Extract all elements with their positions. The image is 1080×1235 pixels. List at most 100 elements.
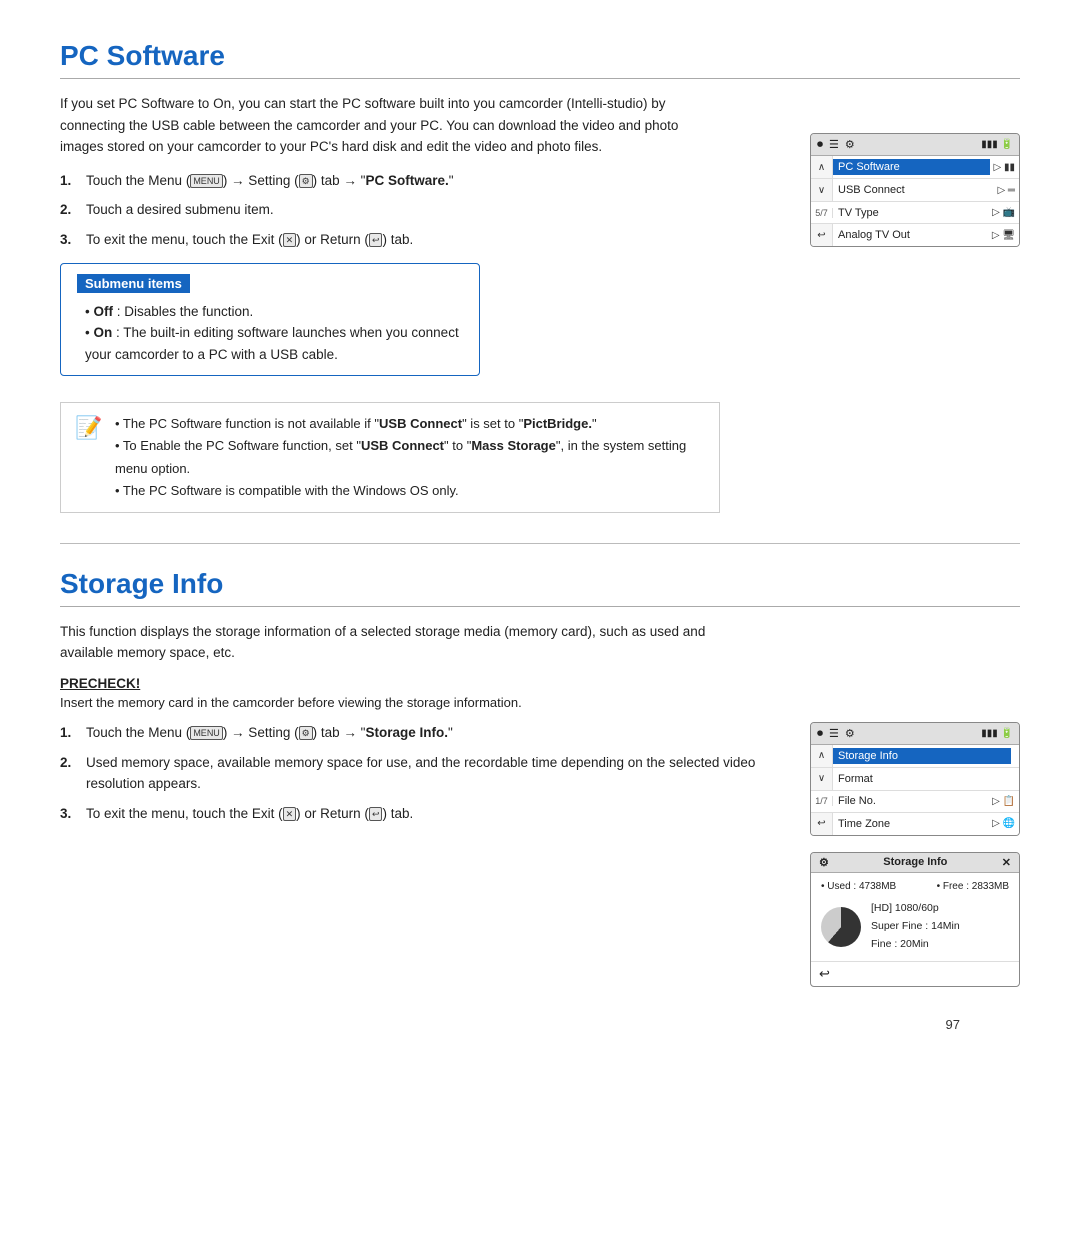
cam-label-usb-connect: USB Connect [833,182,993,198]
storage-popup-footer: ↩ [811,961,1019,986]
precheck-label: PRECHECK! [60,676,1020,691]
storage-cam-row-format: ∨ Format [811,768,1019,791]
note-item-1: • The PC Software function is not availa… [115,413,705,435]
cam-battery-icon: ▮▮▮ 🔋 [981,139,1013,150]
pc-software-step-3: 3. To exit the menu, touch the Exit (✕) … [60,229,780,251]
submenu-item-on: On : The built-in editing software launc… [85,322,463,365]
cam-record-icon: ⏺ [817,137,823,152]
storage-cam-nav-return: ↩ [811,813,833,835]
step-3-num: 3. [60,229,80,251]
cam-value-pc-software: ▷ ▮▮ [990,160,1019,175]
note-item-2: • To Enable the PC Software function, se… [115,435,705,479]
note-content: • The PC Software function is not availa… [115,413,705,501]
storage-cam-menu-icon: ☰ [829,727,839,740]
storage-details: [HD] 1080/60p Super Fine : 14Min Fine : … [871,900,960,954]
storage-cam-value-time-zone: ▷ 🌐 [988,816,1019,831]
storage-step-3-text: To exit the menu, touch the Exit (✕) or … [86,803,413,825]
storage-popup-back-icon: ↩ [819,966,830,981]
storage-free: • Free : 2833MB [937,881,1009,892]
storage-exit-icon: ✕ [283,807,297,821]
storage-popup-title: Storage Info [883,856,947,868]
storage-cam-value-file-no: ▷ 📋 [988,794,1019,809]
storage-detail-3: Fine : 20Min [871,936,960,954]
storage-cam-label-file-no: File No. [833,793,988,809]
storage-info-popup: ⚙ Storage Info ✕ • Used : 4738MB • Free … [810,852,1020,988]
storage-step-3: 3. To exit the menu, touch the Exit (✕) … [60,803,780,825]
storage-used: • Used : 4738MB [821,881,896,892]
storage-step-1-num: 1. [60,722,80,744]
storage-cam-topbar-icons: ⏺ ☰ ⚙ [817,726,855,741]
pc-software-steps-col: If you set PC Software to On, you can st… [60,93,780,388]
cam-row-pc-software: ∧ PC Software ▷ ▮▮ [811,156,1019,179]
storage-popup-body: • Used : 4738MB • Free : 2833MB [HD] 108… [811,873,1019,962]
note-item-3: • The PC Software is compatible with the… [115,480,705,502]
cam-gear-icon: ⚙ [845,138,855,151]
storage-popup-stats: • Used : 4738MB • Free : 2833MB [821,881,1009,892]
storage-cam-row-time-zone: ↩ Time Zone ▷ 🌐 [811,813,1019,835]
storage-cam-battery: ▮▮▮ 🔋 [981,728,1013,739]
storage-cam-gear-icon: ⚙ [845,727,855,740]
cam-label-analog-tv: Analog TV Out [833,227,988,243]
submenu-item-off: Off : Disables the function. [85,301,463,323]
step-1-num: 1. [60,170,80,192]
step-2-num: 2. [60,199,80,221]
storage-detail-2: Super Fine : 14Min [871,918,960,936]
storage-cam-nav-down: ∨ [811,768,833,790]
storage-cam-value-storage-info [1011,754,1019,758]
storage-cam-label-time-zone: Time Zone [833,816,988,832]
storage-popup-gear-icon: ⚙ [819,856,829,869]
storage-cam-record-icon: ⏺ [817,726,823,741]
storage-info-title: Storage Info [60,568,1020,607]
pc-software-desc: If you set PC Software to On, you can st… [60,93,710,158]
pc-software-notes-box: 📝 • The PC Software function is not avai… [60,402,720,512]
pc-software-cam-ui-wrapper: ⏺ ☰ ⚙ ▮▮▮ 🔋 ∧ PC Software ▷ ▮▮ [810,93,1020,247]
section-divider [60,543,1020,544]
cam-label-tv-type: TV Type [833,205,988,221]
cam-row-tv-type: 5/7 TV Type ▷ 📺 [811,202,1019,224]
pc-software-submenu-box: Submenu items Off : Disables the functio… [60,263,480,377]
storage-step-2-text: Used memory space, available memory spac… [86,752,780,795]
gear-icon: ⚙ [299,174,313,188]
storage-cam-body: ∧ Storage Info ∨ Format 1/7 [811,745,1019,835]
cam-body: ∧ PC Software ▷ ▮▮ ∨ USB Connect ▷ ═ 5 [811,156,1019,246]
storage-cam-uis-wrapper: ⏺ ☰ ⚙ ▮▮▮ 🔋 ∧ Storage Info [810,722,1020,988]
storage-step-3-num: 3. [60,803,80,825]
submenu-title: Submenu items [77,274,190,293]
storage-cam-label-storage-info: Storage Info [833,748,1011,764]
storage-cam-counter: 1/7 [811,796,833,806]
storage-step-1: 1. Touch the Menu (MENU) → Setting (⚙) t… [60,722,780,744]
step-1-text: Touch the Menu (MENU) → Setting (⚙) tab … [86,170,454,192]
note-icon: 📝 [75,415,105,441]
cam-row-analog-tv: ↩ Analog TV Out ▷ 🖥 [811,224,1019,246]
menu-icon: MENU [190,174,223,188]
storage-info-section: Storage Info This function displays the … [60,568,1020,988]
cam-nav-return: ↩ [811,224,833,246]
storage-info-content-row: 1. Touch the Menu (MENU) → Setting (⚙) t… [60,722,1020,988]
storage-info-steps-col: 1. Touch the Menu (MENU) → Setting (⚙) t… [60,722,780,832]
precheck-text: Insert the memory card in the camcorder … [60,695,1020,710]
pc-software-section: PC Software If you set PC Software to On… [60,40,1020,513]
step-3-text: To exit the menu, touch the Exit (✕) or … [86,229,413,251]
cam-topbar-icons: ⏺ ☰ ⚙ [817,137,855,152]
storage-cam-ui: ⏺ ☰ ⚙ ▮▮▮ 🔋 ∧ Storage Info [810,722,1020,836]
storage-detail-1: [HD] 1080/60p [871,900,960,918]
storage-cam-value-format [1011,777,1019,781]
cam-menu-icon: ☰ [829,138,839,151]
storage-pie-chart [821,907,861,947]
storage-cam-row-storage-info: ∧ Storage Info [811,745,1019,768]
cam-nav-down: ∨ [811,179,833,201]
storage-cam-nav-up: ∧ [811,745,833,767]
pc-software-title: PC Software [60,40,1020,79]
storage-step-1-text: Touch the Menu (MENU) → Setting (⚙) tab … [86,722,453,744]
cam-value-tv-type: ▷ 📺 [988,205,1019,220]
cam-counter: 5/7 [811,208,833,218]
cam-row-usb-connect: ∨ USB Connect ▷ ═ [811,179,1019,202]
storage-popup-header: ⚙ Storage Info ✕ [811,853,1019,873]
cam-value-analog-tv: ▷ 🖥 [988,228,1019,243]
pc-software-step-1: 1. Touch the Menu (MENU) → Setting (⚙) t… [60,170,780,192]
storage-step-2-num: 2. [60,752,80,774]
step-2-text: Touch a desired submenu item. [86,199,274,221]
storage-menu-icon: MENU [190,726,223,740]
storage-gear-icon: ⚙ [299,726,313,740]
cam-value-usb-connect: ▷ ═ [993,183,1019,198]
